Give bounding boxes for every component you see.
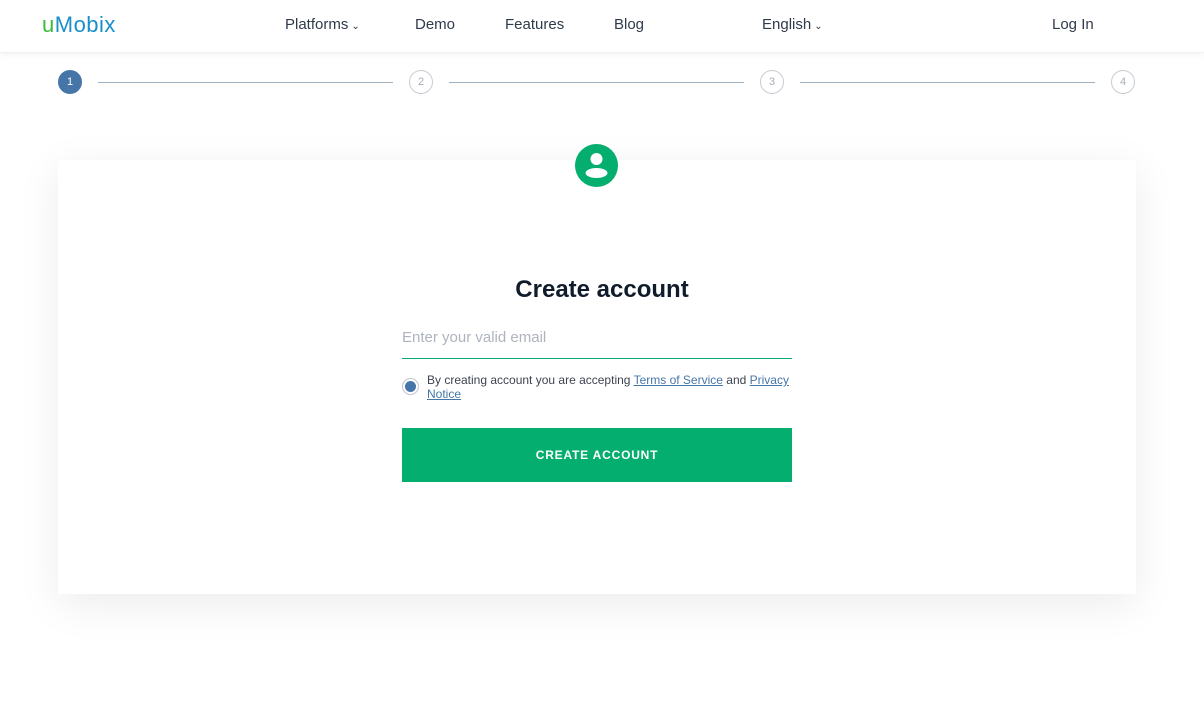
nav-blog[interactable]: Blog xyxy=(614,16,644,33)
stepper: 1 2 3 4 xyxy=(58,70,1135,94)
step-3: 3 xyxy=(760,70,784,94)
login-link[interactable]: Log In xyxy=(1052,16,1094,33)
step-4: 4 xyxy=(1111,70,1135,94)
chevron-down-icon: ⌄ xyxy=(351,21,360,32)
step-divider xyxy=(800,82,1095,83)
step-divider xyxy=(98,82,393,83)
step-1: 1 xyxy=(58,70,82,94)
create-account-button[interactable]: CREATE ACCOUNT xyxy=(402,428,792,482)
user-avatar-icon xyxy=(575,144,618,187)
nav-platforms[interactable]: Platforms ⌄ xyxy=(285,16,360,33)
terms-radio[interactable] xyxy=(402,378,419,395)
chevron-down-icon: ⌄ xyxy=(814,21,823,32)
terms-text: By creating account you are accepting Te… xyxy=(427,373,789,401)
step-2: 2 xyxy=(409,70,433,94)
terms-of-service-link[interactable]: Terms of Service xyxy=(634,373,723,387)
language-select[interactable]: English ⌄ xyxy=(762,16,823,33)
page-title: Create account xyxy=(515,276,689,303)
nav-demo[interactable]: Demo xyxy=(415,16,455,33)
top-nav: uMobix Platforms ⌄ Demo Features Blog Eng… xyxy=(0,0,1204,53)
email-input[interactable] xyxy=(402,316,792,359)
nav-features[interactable]: Features xyxy=(505,16,564,33)
logo[interactable]: uMobix xyxy=(42,12,116,38)
step-divider xyxy=(449,82,744,83)
